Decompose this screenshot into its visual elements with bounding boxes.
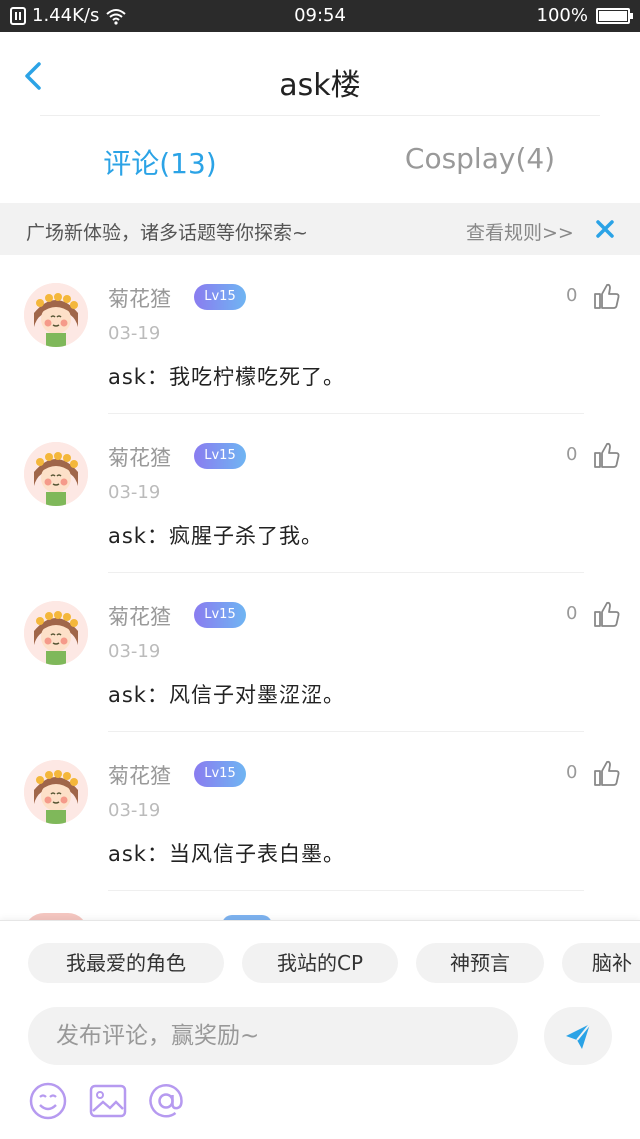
username[interactable]: 菊花猹 [108, 760, 171, 790]
status-right: 100% [536, 5, 633, 26]
username[interactable]: 菊花猹 [108, 283, 171, 313]
comment-date: 03-19 [108, 323, 161, 344]
avatar[interactable] [24, 760, 88, 824]
notice-text: 广场新体验，诸多话题等你探索~ [26, 222, 308, 244]
image-icon[interactable] [88, 1081, 128, 1121]
like-count: 0 [566, 603, 578, 624]
comment-date: 03-19 [108, 800, 161, 821]
comment-item[interactable]: 菊花猹 Lv15 03-19 ask：风信子对墨涩涩。 0 [0, 573, 640, 732]
send-button[interactable] [544, 1007, 612, 1065]
thumbs-up-icon[interactable] [592, 599, 622, 629]
like-count: 0 [566, 762, 578, 783]
topic-chip-favorite-character[interactable]: 我最爱的角色 [28, 943, 224, 983]
bottom-panel: 我最爱的角色 我站的CP 神预言 脑补 [0, 920, 640, 1139]
status-bar: 1.44K/s 09:54 100% [0, 0, 640, 32]
at-icon[interactable] [146, 1081, 186, 1121]
comment-item[interactable]: 菊花猹 Lv15 03-19 ask：疯腥子杀了我。 0 [0, 414, 640, 573]
username[interactable]: 菊花猹 [108, 601, 171, 631]
close-icon[interactable] [594, 218, 616, 240]
like-count: 0 [566, 285, 578, 306]
comment-text: ask：当风信子表白墨。 [108, 842, 345, 866]
send-icon [566, 1023, 591, 1049]
comment-text: ask：我吃柠檬吃死了。 [108, 365, 345, 389]
level-badge: Lv15 [194, 284, 246, 310]
thumbs-up-icon[interactable] [592, 440, 622, 470]
avatar[interactable] [24, 601, 88, 665]
thumbs-up-icon[interactable] [592, 281, 622, 311]
tab-cosplay[interactable]: Cosplay(4) [320, 142, 640, 175]
view-rules-link[interactable]: 查看规则>> [466, 218, 574, 245]
comment-item[interactable]: 菊花猹 Lv15 03-19 ask：我吃柠檬吃死了。 0 [0, 255, 640, 414]
comment-date: 03-19 [108, 641, 161, 662]
header: ask楼 [0, 32, 640, 116]
topic-chip-my-cp[interactable]: 我站的CP [242, 943, 398, 983]
page-title: ask楼 [279, 68, 361, 103]
tab-comments[interactable]: 评论(13) [0, 142, 320, 182]
level-badge: Lv15 [194, 443, 246, 469]
tab-bar: 评论(13) Cosplay(4) [0, 124, 640, 202]
avatar[interactable] [24, 283, 88, 347]
comment-date: 03-19 [108, 482, 161, 503]
battery-percent: 100% [536, 5, 588, 26]
username[interactable]: 菊花猹 [108, 442, 171, 472]
thumbs-up-icon[interactable] [592, 758, 622, 788]
header-divider [40, 115, 600, 116]
level-badge: Lv15 [194, 602, 246, 628]
comment-input[interactable] [28, 1007, 518, 1065]
comment-item[interactable]: 菊花猹 Lv15 03-19 ask：当风信子表白墨。 0 [0, 732, 640, 891]
emoji-icon[interactable] [28, 1081, 68, 1121]
like-count: 0 [566, 444, 578, 465]
notice-banner: 广场新体验，诸多话题等你探索~ 查看规则>> [0, 203, 640, 255]
topic-chip-imagination[interactable]: 脑补 [562, 943, 640, 983]
topic-chip-prophecy[interactable]: 神预言 [416, 943, 544, 983]
avatar[interactable] [24, 442, 88, 506]
comment-text: ask：疯腥子杀了我。 [108, 524, 323, 548]
level-badge: Lv15 [194, 761, 246, 787]
battery-icon [596, 7, 633, 24]
comment-text: ask：风信子对墨涩涩。 [108, 683, 345, 707]
divider [108, 890, 584, 891]
